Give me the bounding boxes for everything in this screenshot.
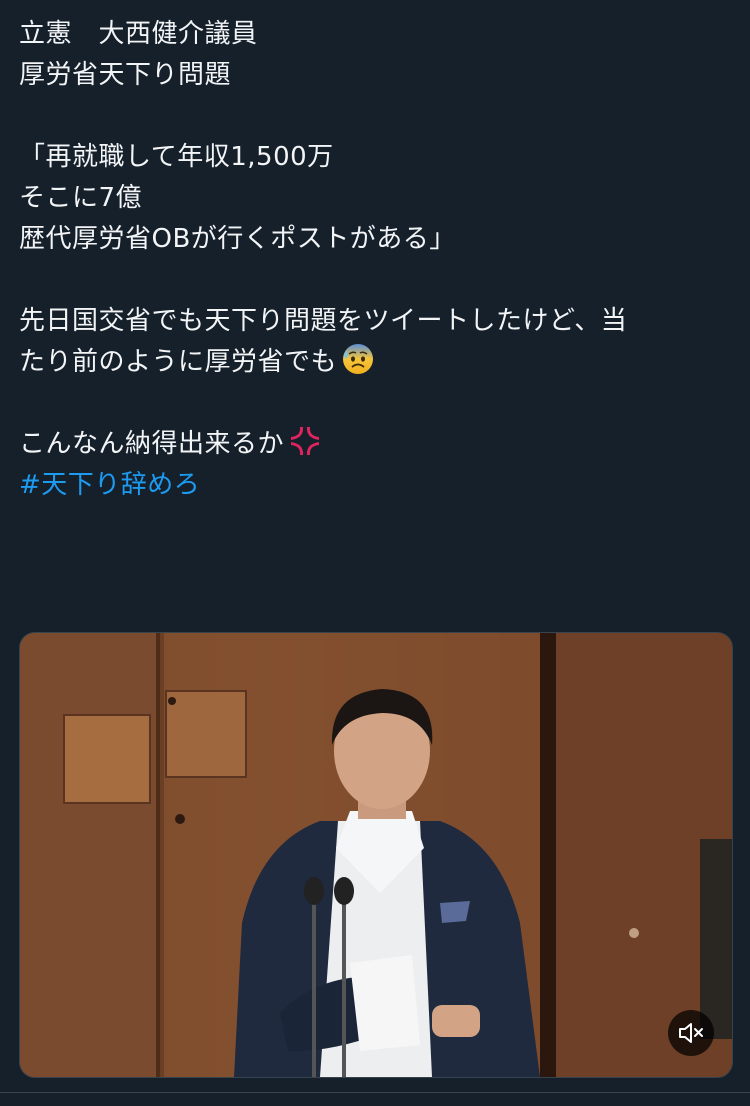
bottom-divider <box>0 1092 750 1093</box>
tweet-line: 歴代厚労省OBが行くポストがある」 <box>19 224 456 254</box>
anxious-face-with-sweat-icon <box>341 342 375 389</box>
tweet-line: 立憲 大西健介議員 <box>19 19 258 49</box>
tweet-line: 「再就職して年収1,500万 <box>19 142 334 172</box>
tweet-line-text: たり前のように厚労省でも <box>19 347 338 377</box>
anger-symbol-icon <box>288 424 322 471</box>
tweet-line-text: こんなん納得出来るか <box>19 429 285 459</box>
tweet-line-with-emoji: こんなん納得出来るか <box>19 424 731 465</box>
tweet-line-with-emoji: たり前のように厚労省でも <box>19 342 731 383</box>
tweet-line: 厚労省天下り問題 <box>19 60 232 90</box>
hashtag-link[interactable]: #天下り辞めろ <box>19 470 200 500</box>
mute-toggle-button[interactable] <box>668 1010 714 1056</box>
tweet-text: 立憲 大西健介議員 厚労省天下り問題 「再就職して年収1,500万 そこに7億 … <box>19 14 731 506</box>
video-thumbnail <box>20 633 732 1077</box>
tweet-line: そこに7億 <box>19 183 143 213</box>
tweet-line: #天下り辞めろ <box>19 465 731 506</box>
tweet-line: 先日国交省でも天下り問題をツイートしたけど、当 <box>19 306 628 336</box>
speaker-muted-icon <box>679 1023 703 1043</box>
video-player[interactable] <box>19 632 733 1078</box>
